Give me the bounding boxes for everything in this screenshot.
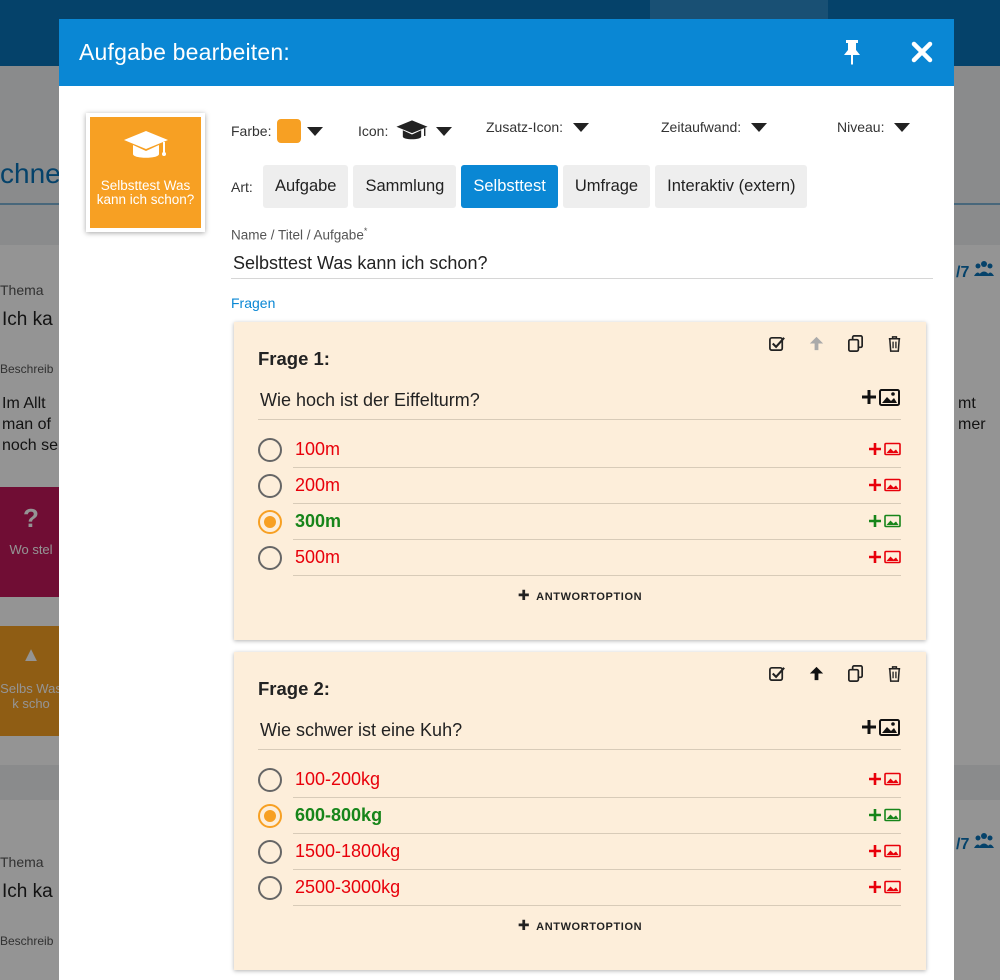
chevron-down-icon [894,122,911,132]
copy-icon[interactable] [846,664,865,683]
answer-text-input[interactable] [293,798,901,834]
question-text-input[interactable] [258,382,901,420]
type-option-umfrage[interactable]: Umfrage [562,165,651,208]
attribute-row: Farbe: Icon: Zusatz-Icon: Zeitaufwand: N… [231,119,931,143]
type-option-sammlung[interactable]: Sammlung [353,165,457,208]
answer-radio[interactable] [258,840,282,864]
answer-radio[interactable] [258,438,282,462]
answer-radio[interactable] [258,876,282,900]
color-swatch [277,119,302,143]
answer-text-input[interactable] [293,834,901,870]
question-card: Frage 2: ✚ANTWORTOPTION [234,652,926,970]
pin-icon[interactable] [837,37,867,67]
type-selector: Aufgabe Sammlung Selbsttest Umfrage Inte… [263,165,808,208]
arrow-up-icon[interactable] [807,334,826,353]
type-option-interaktiv[interactable]: Interaktiv (extern) [655,165,808,208]
answer-option [258,762,901,798]
answer-radio-selected[interactable] [258,510,282,534]
add-image-icon[interactable] [869,808,901,822]
name-field-label: Name / Titel / Aufgabe* [231,226,368,243]
type-option-selbsttest[interactable]: Selbsttest [461,165,558,208]
add-image-icon[interactable] [869,844,901,858]
answer-text-input[interactable] [293,432,901,468]
chevron-down-icon [751,122,768,132]
copy-icon[interactable] [846,334,865,353]
answer-option [258,834,901,870]
answer-option [258,540,901,576]
add-image-icon[interactable] [869,514,901,528]
question-title: Frage 1: [258,348,330,369]
answer-option [258,798,901,834]
answer-radio[interactable] [258,546,282,570]
name-input[interactable] [231,249,933,279]
question-card: Frage 1: ✚ANTWORTOPTION [234,322,926,640]
close-icon[interactable] [907,37,937,67]
arrow-up-icon[interactable] [807,664,826,683]
level-dropdown[interactable]: Niveau: [837,119,911,135]
checkbox-icon[interactable] [768,334,787,353]
graduation-cap-icon [396,120,428,140]
checkbox-icon[interactable] [768,664,787,683]
answer-radio-selected[interactable] [258,804,282,828]
question-toolbar [768,664,904,683]
answer-option [258,870,901,906]
question-title: Frage 2: [258,678,330,699]
modal-header: Aufgabe bearbeiten: [59,19,954,86]
extra-icon-dropdown[interactable]: Zusatz-Icon: [486,119,590,135]
icon-dropdown[interactable]: Icon: [358,119,453,143]
chevron-down-icon [436,126,453,136]
answer-text-input[interactable] [293,870,901,906]
add-image-icon[interactable] [869,550,901,564]
edit-task-modal: Aufgabe bearbeiten: Selbsttest Was kann … [59,19,954,980]
add-image-icon[interactable] [862,388,900,406]
chevron-down-icon [307,126,324,136]
answer-text-input[interactable] [293,762,901,798]
modal-title: Aufgabe bearbeiten: [79,39,290,65]
questions-link[interactable]: Fragen [231,295,275,311]
type-option-aufgabe[interactable]: Aufgabe [263,165,349,208]
chevron-down-icon [573,122,590,132]
add-answer-option-button[interactable]: ✚ ANTWORTOPTION [234,917,926,934]
trash-icon[interactable] [885,664,904,683]
answer-text-input[interactable] [293,468,901,504]
type-label: Art: [231,179,253,195]
answer-radio[interactable] [258,768,282,792]
add-image-icon[interactable] [862,718,900,736]
trash-icon[interactable] [885,334,904,353]
add-image-icon[interactable] [869,880,901,894]
preview-text: Selbsttest Was kann ich schon? [96,178,195,207]
answer-text-input[interactable] [293,540,901,576]
answer-radio[interactable] [258,474,282,498]
task-preview-tile: Selbsttest Was kann ich schon? [86,113,205,232]
color-dropdown[interactable]: Farbe: [231,119,324,143]
add-answer-option-button[interactable]: ✚ ANTWORTOPTION [234,587,926,604]
graduation-cap-icon [124,131,168,158]
add-image-icon[interactable] [869,478,901,492]
plus-icon: ✚ [517,917,531,933]
add-image-icon[interactable] [869,772,901,786]
answer-option [258,432,901,468]
plus-icon: ✚ [517,587,531,603]
time-effort-dropdown[interactable]: Zeitaufwand: [661,119,768,135]
question-text-input[interactable] [258,712,901,750]
answer-text-input[interactable] [293,504,901,540]
answer-option [258,504,901,540]
question-toolbar [768,334,904,353]
add-image-icon[interactable] [869,442,901,456]
answer-option [258,468,901,504]
